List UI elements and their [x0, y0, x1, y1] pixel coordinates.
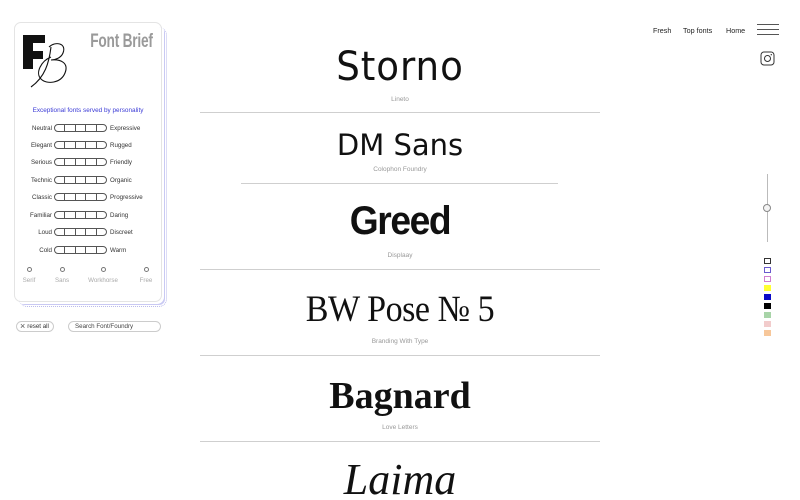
slider-left-label: Loud — [38, 229, 52, 236]
slider-right-label: Rugged — [110, 142, 132, 149]
instagram-icon[interactable] — [760, 51, 775, 66]
slider-track[interactable] — [54, 176, 107, 184]
personality-slider-cold-warm[interactable]: Cold Warm — [15, 246, 163, 256]
slider-track[interactable] — [54, 246, 107, 254]
personality-slider-neutral-expressive[interactable]: Neutral Expressive — [15, 124, 163, 134]
nav-fresh-link[interactable]: Fresh — [653, 26, 671, 35]
category-free[interactable]: Free — [131, 267, 161, 284]
slider-track[interactable] — [54, 124, 107, 132]
slider-right-label: Warm — [110, 247, 127, 254]
font-card-greed[interactable]: Greed Displaay — [200, 184, 600, 269]
personality-slider-elegant-rugged[interactable]: Elegant Rugged — [15, 141, 163, 151]
foundry-name[interactable]: Displaay — [200, 252, 600, 259]
category-label: Sans — [54, 277, 70, 284]
category-label: Serif — [22, 277, 36, 284]
slider-left-label: Familiar — [29, 212, 52, 219]
radio-icon[interactable] — [26, 267, 32, 272]
reset-label: reset all — [27, 323, 49, 330]
tagline: Exceptional fonts served by personality — [32, 107, 144, 114]
radio-icon[interactable] — [100, 267, 106, 272]
font-card-bw-pose-no-5[interactable]: BW Pose № 5 Branding With Type — [200, 270, 600, 355]
font-name[interactable]: BW Pose № 5 — [216, 288, 584, 331]
slider-track[interactable] — [54, 158, 107, 166]
font-name[interactable]: Laima — [200, 454, 600, 500]
color-swatch[interactable] — [764, 276, 771, 282]
color-swatch[interactable] — [764, 312, 771, 318]
category-serif[interactable]: Serif — [14, 267, 44, 284]
slider-right-label: Expressive — [110, 125, 141, 132]
slider-track[interactable] — [54, 228, 107, 236]
font-name[interactable]: Storno — [214, 44, 586, 90]
personality-slider-familiar-daring[interactable]: Familiar Daring — [15, 211, 163, 221]
slider-left-label: Technic — [31, 177, 52, 184]
close-icon: × — [20, 321, 26, 331]
personality-slider-technic-organic[interactable]: Technic Organic — [15, 176, 163, 186]
color-swatch[interactable] — [764, 330, 771, 336]
radio-icon[interactable] — [143, 267, 149, 272]
search-input[interactable] — [68, 321, 161, 332]
color-swatch[interactable] — [764, 285, 771, 291]
slider-right-label: Daring — [110, 212, 129, 219]
color-swatches — [764, 258, 771, 339]
slider-left-label: Classic — [32, 194, 52, 201]
personality-slider-classic-progressive[interactable]: Classic Progressive — [15, 193, 163, 203]
color-swatch[interactable] — [764, 294, 771, 300]
nav-home-link[interactable]: Home — [726, 26, 745, 35]
reset-all-button[interactable]: × reset all — [16, 321, 54, 332]
foundry-name[interactable]: Love Letters — [200, 424, 600, 431]
category-label: Free — [139, 277, 153, 284]
font-name[interactable]: Bagnard — [200, 374, 600, 418]
personality-slider-loud-discreet[interactable]: Loud Discreet — [15, 228, 163, 238]
color-swatch[interactable] — [764, 267, 771, 273]
radio-icon[interactable] — [59, 267, 65, 272]
filter-panel: Font Brief Exceptional fonts served by p… — [14, 22, 167, 307]
color-swatch[interactable] — [764, 258, 771, 264]
foundry-name[interactable]: Colophon Foundry — [200, 166, 600, 173]
brand-name: Font Brief — [90, 31, 154, 52]
category-workhorse[interactable]: Workhorse — [88, 267, 118, 284]
menu-icon[interactable] — [757, 24, 779, 36]
slider-track[interactable] — [54, 141, 107, 149]
color-swatch[interactable] — [764, 303, 771, 309]
personality-slider-serious-friendly[interactable]: Serious Friendly — [15, 158, 163, 168]
color-swatch[interactable] — [764, 321, 771, 327]
slider-right-label: Discreet — [110, 229, 133, 236]
slider-left-label: Cold — [39, 247, 52, 254]
slider-track[interactable] — [54, 193, 107, 201]
font-card-storno[interactable]: Storno Lineto — [200, 0, 600, 120]
font-name[interactable]: Greed — [214, 199, 586, 244]
category-sans[interactable]: Sans — [47, 267, 77, 284]
slider-right-label: Progressive — [110, 194, 143, 201]
slider-right-label: Friendly — [110, 159, 133, 166]
slider-left-label: Serious — [31, 159, 52, 166]
foundry-name[interactable]: Lineto — [200, 96, 600, 103]
slider-left-label: Elegant — [31, 142, 52, 149]
slider-left-label: Neutral — [32, 125, 52, 132]
nav-top-fonts-link[interactable]: Top fonts — [683, 26, 712, 35]
slider-right-label: Organic — [110, 177, 132, 184]
category-label: Workhorse — [88, 277, 118, 284]
foundry-name[interactable]: Branding With Type — [200, 338, 600, 345]
font-card-dm-sans[interactable]: DM Sans Colophon Foundry — [200, 113, 600, 183]
font-card-laima[interactable]: Laima — [200, 442, 600, 500]
size-slider-thumb[interactable] — [763, 204, 771, 212]
font-name[interactable]: DM Sans — [200, 128, 600, 162]
font-brief-logo[interactable] — [21, 33, 79, 91]
font-card-bagnard[interactable]: Bagnard Love Letters — [200, 356, 600, 441]
slider-track[interactable] — [54, 211, 107, 219]
